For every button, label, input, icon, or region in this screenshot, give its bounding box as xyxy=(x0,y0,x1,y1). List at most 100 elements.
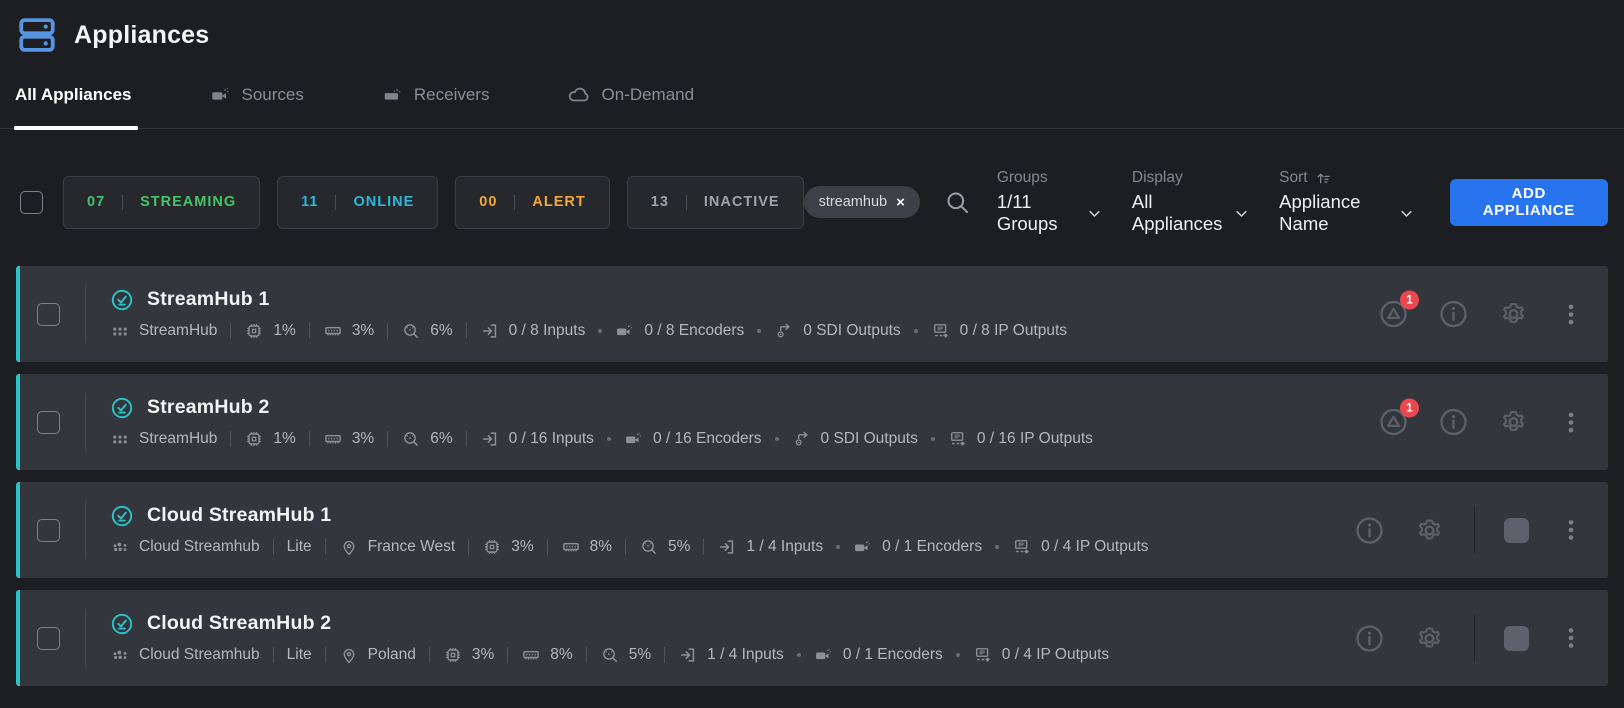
sort-icon xyxy=(1315,170,1332,187)
tab-all-appliances[interactable]: All Appliances xyxy=(15,83,132,128)
close-icon[interactable]: × xyxy=(896,195,905,210)
ip-stat: 0 / 4 IP Outputs xyxy=(1002,646,1109,664)
divider xyxy=(664,647,665,663)
more-menu-button[interactable] xyxy=(1558,301,1584,327)
gear-icon xyxy=(1414,623,1445,654)
page-title: Appliances xyxy=(74,21,209,50)
appliance-name[interactable]: Cloud StreamHub 2 xyxy=(147,612,331,635)
appliance-type: Cloud Streamhub xyxy=(139,538,260,556)
settings-button[interactable] xyxy=(1414,623,1445,654)
dot-separator xyxy=(931,437,935,441)
sdi-stat: 0 SDI Outputs xyxy=(821,430,918,448)
ip-output-icon xyxy=(1012,537,1032,557)
filter-streaming[interactable]: 07 STREAMING xyxy=(63,176,260,229)
encoder-icon xyxy=(814,645,834,665)
more-menu-button[interactable] xyxy=(1558,517,1584,543)
tab-receivers[interactable]: Receivers xyxy=(382,83,490,128)
cloud-icon xyxy=(567,83,591,107)
search-icon xyxy=(944,189,971,216)
ip-stat: 0 / 16 IP Outputs xyxy=(977,430,1093,448)
display-dropdown[interactable]: Display All Appliances xyxy=(1132,169,1249,235)
cpu-icon xyxy=(482,537,502,557)
receiver-icon xyxy=(382,84,404,106)
groups-dropdown[interactable]: Groups 1/11 Groups xyxy=(997,169,1102,235)
cpu-usage: 1% xyxy=(273,430,295,448)
divider xyxy=(273,539,274,555)
info-icon xyxy=(1438,407,1469,438)
appliance-row: StreamHub 1 StreamHub 1% 3% 6% 0 / 8 Inp… xyxy=(16,266,1608,362)
sdi-stat: 0 SDI Outputs xyxy=(803,322,900,340)
settings-button[interactable] xyxy=(1498,299,1529,330)
kebab-icon xyxy=(1558,301,1584,327)
kebab-icon xyxy=(1558,625,1584,651)
location-pin-icon xyxy=(339,537,359,557)
info-button[interactable] xyxy=(1354,515,1385,546)
ram-usage: 3% xyxy=(352,430,374,448)
cpu-icon xyxy=(244,321,264,341)
appliance-row: Cloud StreamHub 1 Cloud Streamhub Lite F… xyxy=(16,482,1608,578)
row-checkbox[interactable] xyxy=(37,411,60,434)
filter-alert[interactable]: 00 ALERT xyxy=(455,176,609,229)
input-icon xyxy=(717,537,737,557)
filter-label: ALERT xyxy=(532,194,585,210)
alert-badge: 1 xyxy=(1400,291,1419,310)
encoders-stat: 0 / 1 Encoders xyxy=(882,538,982,556)
groups-label: Groups xyxy=(997,169,1102,187)
info-button[interactable] xyxy=(1438,407,1469,438)
row-checkbox[interactable] xyxy=(37,303,60,326)
divider xyxy=(466,323,467,339)
input-icon xyxy=(480,321,500,341)
disk-usage: 5% xyxy=(668,538,690,556)
info-button[interactable] xyxy=(1438,299,1469,330)
stop-button[interactable] xyxy=(1504,626,1529,651)
stop-button[interactable] xyxy=(1504,518,1529,543)
ip-output-icon xyxy=(973,645,993,665)
alerts-button[interactable]: 1 xyxy=(1378,299,1409,330)
filter-label: INACTIVE xyxy=(704,194,780,210)
filter-online[interactable]: 11 ONLINE xyxy=(277,176,438,229)
appliance-name[interactable]: Cloud StreamHub 1 xyxy=(147,504,331,527)
ip-output-icon xyxy=(931,321,951,341)
select-all-checkbox[interactable] xyxy=(20,191,43,214)
appliance-name[interactable]: StreamHub 1 xyxy=(147,288,270,311)
filter-count: 11 xyxy=(301,194,318,210)
filter-label: ONLINE xyxy=(353,194,414,210)
groups-value: 1/11 Groups xyxy=(997,191,1076,235)
divider xyxy=(686,195,687,210)
alerts-button[interactable]: 1 xyxy=(1378,407,1409,438)
divider xyxy=(335,195,336,210)
more-menu-button[interactable] xyxy=(1558,625,1584,651)
divider xyxy=(309,323,310,339)
encoder-icon xyxy=(624,429,644,449)
filter-inactive[interactable]: 13 INACTIVE xyxy=(627,176,804,229)
more-menu-button[interactable] xyxy=(1558,409,1584,435)
search-button[interactable] xyxy=(944,189,971,216)
tab-sources[interactable]: Sources xyxy=(210,83,304,128)
status-filters: 07 STREAMING 11 ONLINE 00 ALERT 13 INACT… xyxy=(63,176,804,229)
sort-dropdown[interactable]: Sort Appliance Name xyxy=(1279,169,1413,235)
tier-label: Lite xyxy=(287,646,312,664)
row-checkbox[interactable] xyxy=(37,519,60,542)
settings-button[interactable] xyxy=(1498,407,1529,438)
search-tag[interactable]: streamhub × xyxy=(804,186,920,218)
divider xyxy=(468,539,469,555)
info-button[interactable] xyxy=(1354,623,1385,654)
inputs-stat: 0 / 16 Inputs xyxy=(509,430,594,448)
filter-label: STREAMING xyxy=(140,194,236,210)
add-appliance-button[interactable]: ADD APPLIANCE xyxy=(1450,179,1608,226)
dot-separator xyxy=(775,437,779,441)
ip-stat: 0 / 8 IP Outputs xyxy=(960,322,1067,340)
row-checkbox[interactable] xyxy=(37,627,60,650)
input-icon xyxy=(480,429,500,449)
tab-on-demand[interactable]: On-Demand xyxy=(567,83,694,128)
location-label: France West xyxy=(368,538,456,556)
divider xyxy=(1474,615,1475,661)
settings-button[interactable] xyxy=(1414,515,1445,546)
cloud-appliance-icon xyxy=(110,645,130,665)
tab-bar: All Appliances Sources Receivers On-Dema… xyxy=(0,83,1624,129)
appliance-type: StreamHub xyxy=(139,322,217,340)
cpu-icon xyxy=(443,645,463,665)
dot-separator xyxy=(956,653,960,657)
appliance-name[interactable]: StreamHub 2 xyxy=(147,396,270,419)
divider xyxy=(429,647,430,663)
